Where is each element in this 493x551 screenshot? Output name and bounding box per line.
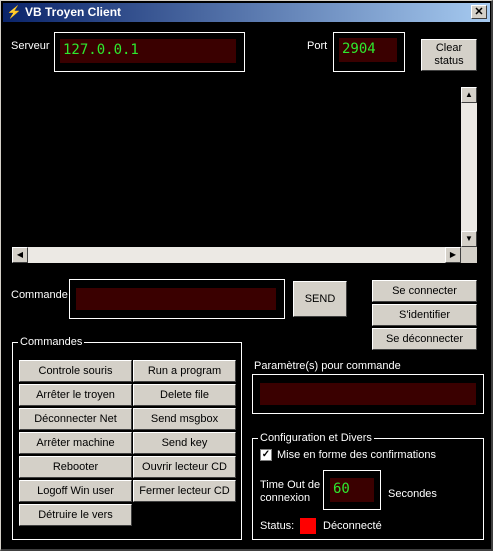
cmd-button-send-msgbox[interactable]: Send msgbox bbox=[133, 408, 236, 430]
cmd-label: Fermer lecteur CD bbox=[139, 484, 230, 497]
horizontal-scrollbar[interactable]: ◀ ▶ bbox=[12, 247, 461, 263]
clear-status-label: Clear status bbox=[434, 42, 464, 67]
cmd-label: Run a program bbox=[147, 364, 222, 377]
cmd-button-logoff[interactable]: Logoff Win user bbox=[19, 480, 132, 502]
cmd-button-send-key[interactable]: Send key bbox=[133, 432, 236, 454]
disconnect-label: Se déconnecter bbox=[385, 332, 464, 345]
disconnect-button[interactable]: Se déconnecter bbox=[372, 328, 477, 350]
cmd-button-open-cd[interactable]: Ouvrir lecteur CD bbox=[133, 456, 236, 478]
arrow-up-icon: ▲ bbox=[465, 90, 473, 99]
arrow-left-icon: ◀ bbox=[16, 250, 24, 259]
cmd-button-disconnect-net[interactable]: Déconnecter Net bbox=[19, 408, 132, 430]
status-value: Déconnecté bbox=[323, 520, 382, 532]
window-title: VB Troyen Client bbox=[25, 5, 122, 19]
arrow-down-icon: ▼ bbox=[465, 234, 473, 243]
close-icon: ✕ bbox=[474, 6, 484, 18]
close-button[interactable]: ✕ bbox=[471, 5, 487, 19]
confirm-checkbox[interactable]: ✓ bbox=[260, 449, 272, 461]
cmd-label: Delete file bbox=[160, 388, 209, 401]
commandes-title: Commandes bbox=[18, 336, 85, 348]
cmd-label: Controle souris bbox=[38, 364, 113, 377]
identify-button[interactable]: S'identifier bbox=[372, 304, 477, 326]
status-label: Status: bbox=[260, 520, 295, 532]
send-button[interactable]: SEND bbox=[293, 281, 347, 317]
cmd-label: Logoff Win user bbox=[37, 484, 114, 497]
connect-button[interactable]: Se connecter bbox=[372, 280, 477, 302]
status-indicator bbox=[300, 518, 316, 534]
port-input[interactable]: 2904 bbox=[339, 38, 397, 62]
scroll-up-button[interactable]: ▲ bbox=[461, 87, 477, 103]
cmd-button-stop-trojan[interactable]: Arrêter le troyen bbox=[19, 384, 132, 406]
cmd-label: Déconnecter Net bbox=[34, 412, 117, 425]
cmd-button-destroy-worm[interactable]: Détruire le vers bbox=[19, 504, 132, 526]
config-title: Configuration et Divers bbox=[258, 432, 374, 444]
command-input[interactable] bbox=[76, 288, 276, 310]
status-log-area[interactable] bbox=[12, 87, 476, 263]
cmd-label: Send msgbox bbox=[150, 412, 219, 425]
cmd-label: Ouvrir lecteur CD bbox=[142, 460, 227, 473]
identify-label: S'identifier bbox=[398, 308, 450, 321]
params-input[interactable] bbox=[260, 383, 476, 405]
cmd-button-run-program[interactable]: Run a program bbox=[133, 360, 236, 382]
arrow-right-icon: ▶ bbox=[449, 250, 457, 259]
cmd-label: Arrêter machine bbox=[36, 436, 115, 449]
cmd-button-shutdown[interactable]: Arrêter machine bbox=[19, 432, 132, 454]
server-label: Serveur bbox=[11, 40, 50, 52]
params-label: Paramètre(s) pour commande bbox=[254, 360, 401, 372]
connect-label: Se connecter bbox=[392, 284, 457, 297]
server-input[interactable]: 127.0.0.1 bbox=[60, 39, 236, 63]
vertical-scrollbar[interactable]: ▲ ▼ bbox=[461, 87, 477, 247]
cmd-label: Rebooter bbox=[52, 460, 99, 473]
cmd-button-mouse-control[interactable]: Controle souris bbox=[19, 360, 132, 382]
timeout-label: Time Out de connexion bbox=[260, 479, 321, 504]
send-label: SEND bbox=[304, 292, 336, 305]
cmd-label: Send key bbox=[161, 436, 208, 449]
app-icon: ⚡ bbox=[6, 5, 22, 19]
scroll-down-button[interactable]: ▼ bbox=[461, 231, 477, 247]
timeout-input[interactable]: 60 bbox=[330, 478, 374, 502]
cmd-label: Arrêter le troyen bbox=[36, 388, 115, 401]
scroll-right-button[interactable]: ▶ bbox=[445, 247, 461, 263]
cmd-label: Détruire le vers bbox=[38, 508, 113, 521]
scroll-left-button[interactable]: ◀ bbox=[12, 247, 28, 263]
clear-status-button[interactable]: Clear status bbox=[421, 39, 477, 71]
timeout-unit: Secondes bbox=[388, 488, 437, 500]
command-label: Commande bbox=[11, 289, 68, 301]
confirm-label: Mise en forme des confirmations bbox=[277, 449, 436, 461]
cmd-button-delete-file[interactable]: Delete file bbox=[133, 384, 236, 406]
title-bar[interactable]: ⚡ VB Troyen Client ✕ bbox=[3, 3, 490, 22]
cmd-button-reboot[interactable]: Rebooter bbox=[19, 456, 132, 478]
cmd-button-close-cd[interactable]: Fermer lecteur CD bbox=[133, 480, 236, 502]
main-window: ⚡ VB Troyen Client ✕ Serveur 127.0.0.1 P… bbox=[0, 0, 493, 551]
scrollbar-corner bbox=[461, 247, 477, 263]
port-label: Port bbox=[307, 40, 328, 52]
